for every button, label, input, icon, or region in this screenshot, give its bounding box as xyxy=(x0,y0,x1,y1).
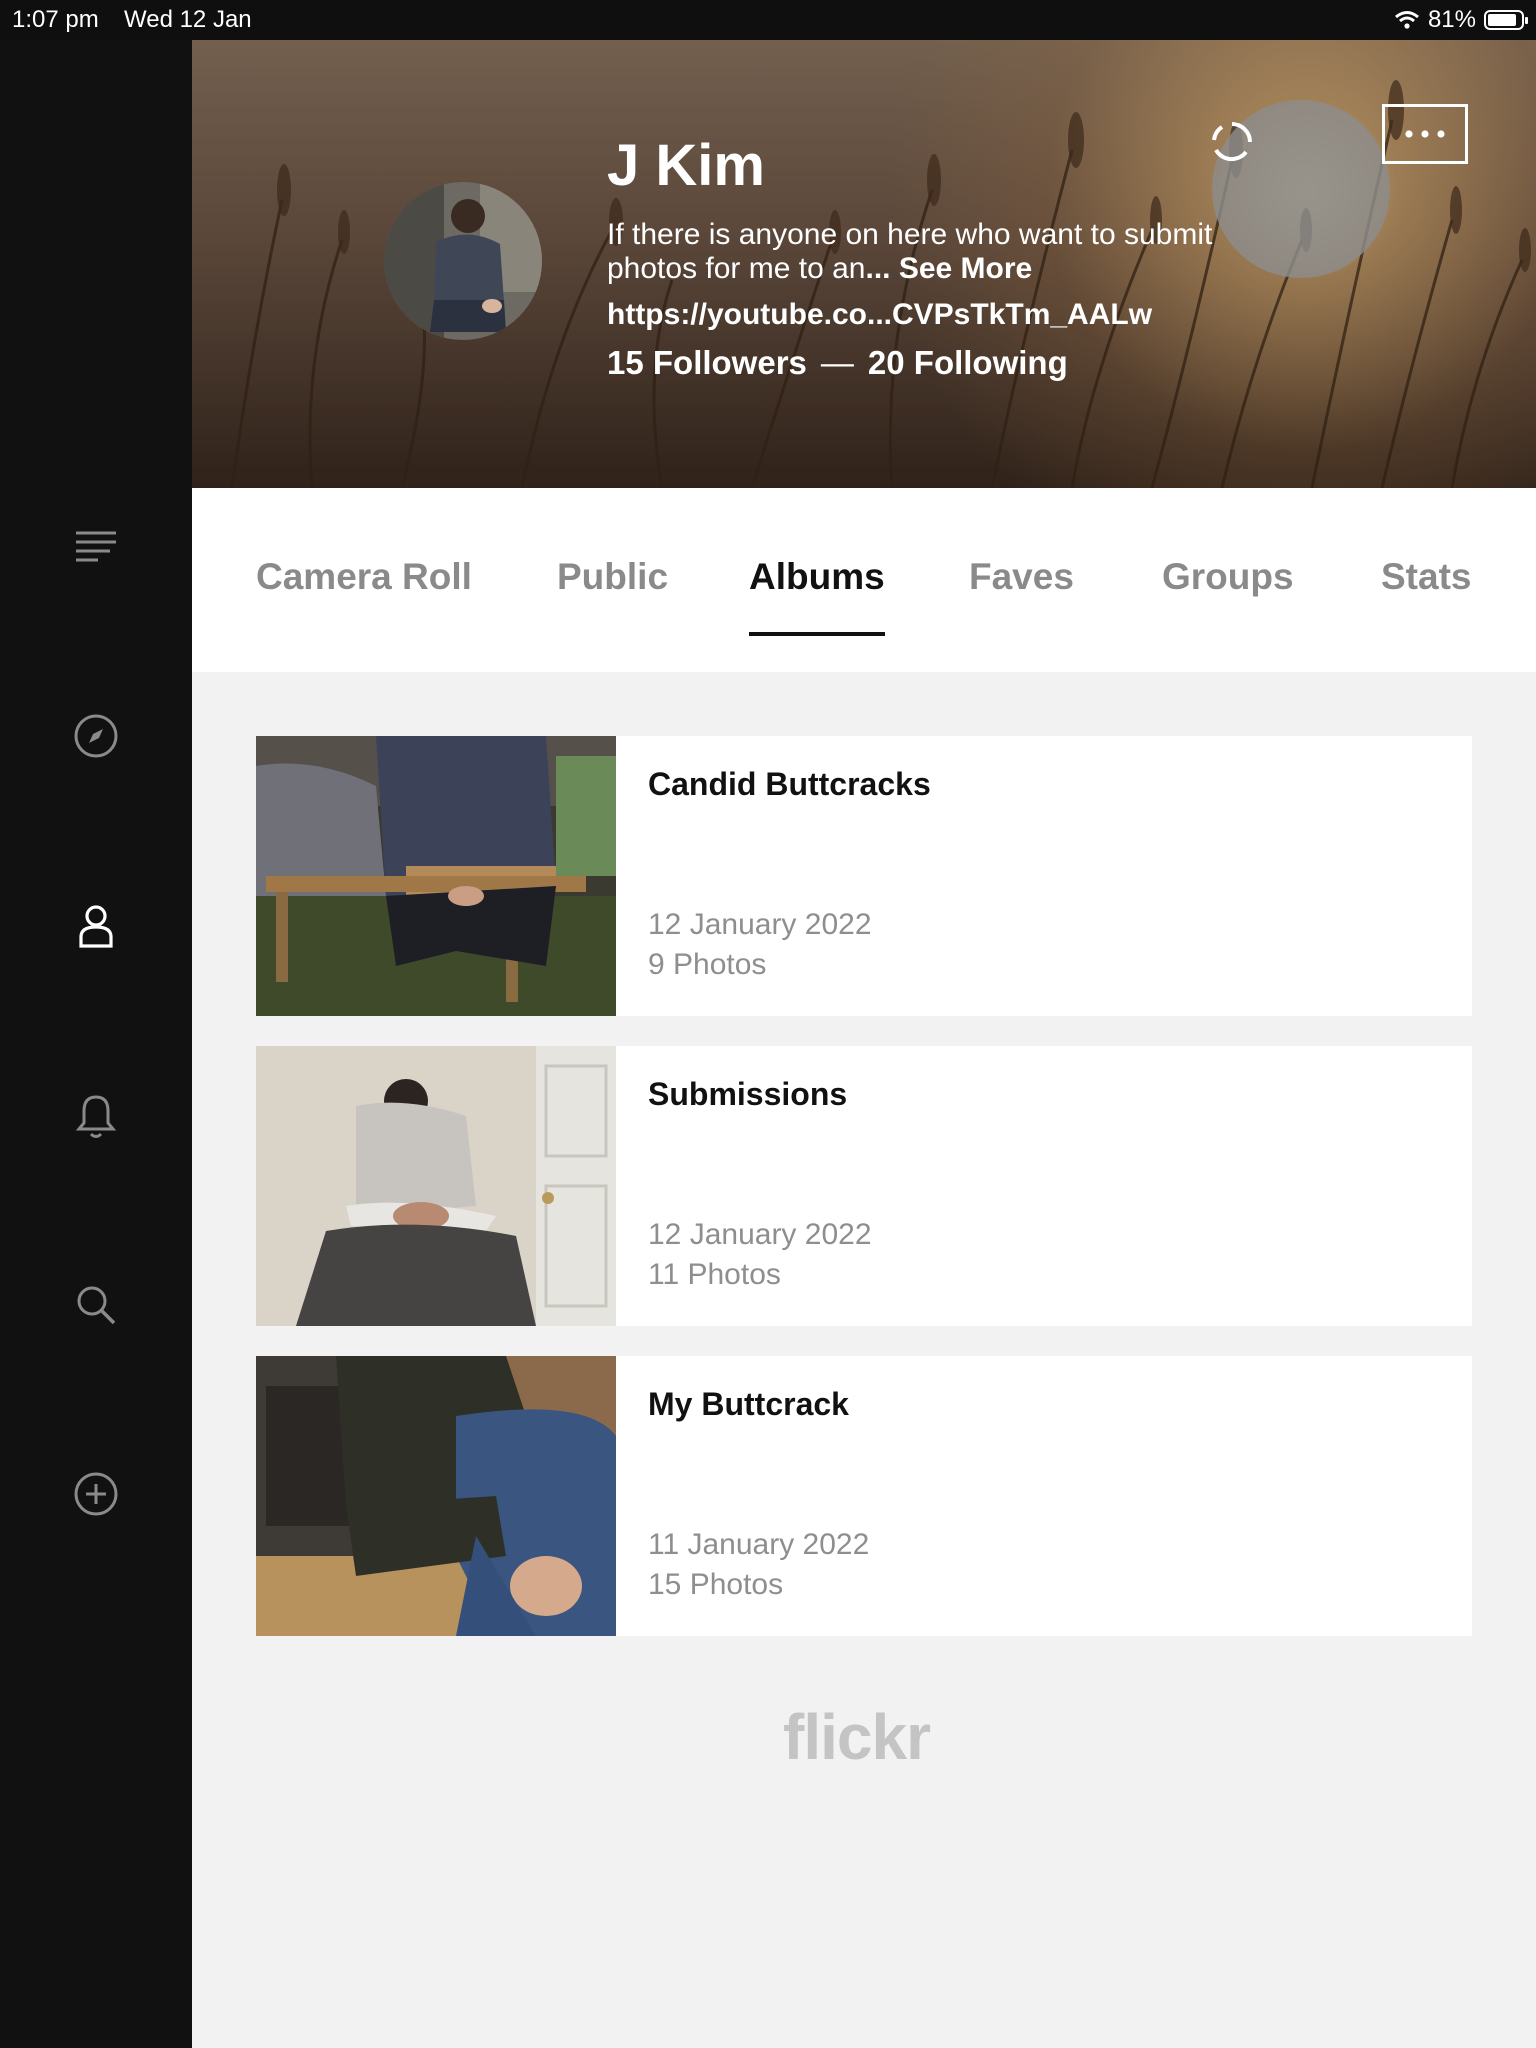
following-link[interactable]: 20 Following xyxy=(868,344,1068,381)
battery-percent: 81% xyxy=(1427,6,1476,33)
ellipsis-icon xyxy=(1405,130,1445,138)
album-photo-count: 11 Photos xyxy=(648,1258,781,1291)
album-thumbnail xyxy=(256,1046,616,1326)
follow-separator: — xyxy=(820,344,854,381)
album-title: My Buttcrack xyxy=(648,1386,849,1422)
tab-albums[interactable]: Albums xyxy=(749,556,885,598)
profile-tabs: Camera Roll Public Albums Faves Groups S… xyxy=(192,488,1536,672)
battery-icon xyxy=(1484,10,1528,30)
tab-groups[interactable]: Groups xyxy=(1162,556,1294,598)
status-right: 81% xyxy=(1394,6,1528,34)
album-date: 12 January 2022 xyxy=(648,1218,872,1251)
album-title: Submissions xyxy=(648,1076,848,1112)
flickr-logo: flickr xyxy=(783,1701,931,1773)
album-thumbnail xyxy=(256,736,616,1016)
profile-name: J Kim xyxy=(607,133,765,198)
album-card[interactable]: My Buttcrack 11 January 2022 15 Photos xyxy=(256,1356,1472,1636)
album-date: 11 January 2022 xyxy=(648,1528,870,1561)
avatar[interactable] xyxy=(384,182,542,340)
album-photo-count: 9 Photos xyxy=(648,948,767,981)
album-photo-count: 15 Photos xyxy=(648,1568,784,1601)
album-date: 12 January 2022 xyxy=(648,908,872,941)
followers-link[interactable]: 15 Followers xyxy=(607,344,807,381)
sidebar xyxy=(0,40,192,2048)
wifi-icon xyxy=(1395,11,1419,29)
active-tab-indicator xyxy=(749,632,885,636)
add-circle-icon[interactable] xyxy=(66,1464,126,1524)
tab-camera-roll[interactable]: Camera Roll xyxy=(256,556,472,598)
more-options-button[interactable] xyxy=(1382,104,1468,164)
tab-faves[interactable]: Faves xyxy=(969,556,1074,598)
album-title: Candid Buttcracks xyxy=(648,766,931,802)
status-bar: 1:07 pm Wed 12 Jan 81% xyxy=(0,0,1536,40)
status-time: 1:07 pm xyxy=(12,6,99,33)
profile-link[interactable]: https://youtube.co...CVPsTkTm_AALw xyxy=(607,298,1152,332)
compass-icon[interactable] xyxy=(66,706,126,766)
bell-icon[interactable] xyxy=(66,1086,126,1146)
album-card[interactable]: Candid Buttcracks 12 January 2022 9 Phot… xyxy=(256,736,1472,1016)
tab-public[interactable]: Public xyxy=(557,556,668,598)
menu-icon[interactable] xyxy=(66,517,126,577)
profile-bio: If there is anyone on here who want to s… xyxy=(607,218,1227,286)
profile-icon[interactable] xyxy=(66,896,126,956)
follow-stats: 15 Followers — 20 Following xyxy=(607,344,1068,382)
tab-stats[interactable]: Stats xyxy=(1381,556,1471,598)
see-more-link[interactable]: ... See More xyxy=(866,252,1033,285)
status-date: Wed 12 Jan xyxy=(124,6,252,33)
sync-icon[interactable] xyxy=(1202,112,1262,172)
album-thumbnail xyxy=(256,1356,616,1636)
search-icon[interactable] xyxy=(66,1275,126,1335)
profile-cover: J Kim If there is anyone on here who wan… xyxy=(192,40,1536,488)
album-card[interactable]: Submissions 12 January 2022 11 Photos xyxy=(256,1046,1472,1326)
